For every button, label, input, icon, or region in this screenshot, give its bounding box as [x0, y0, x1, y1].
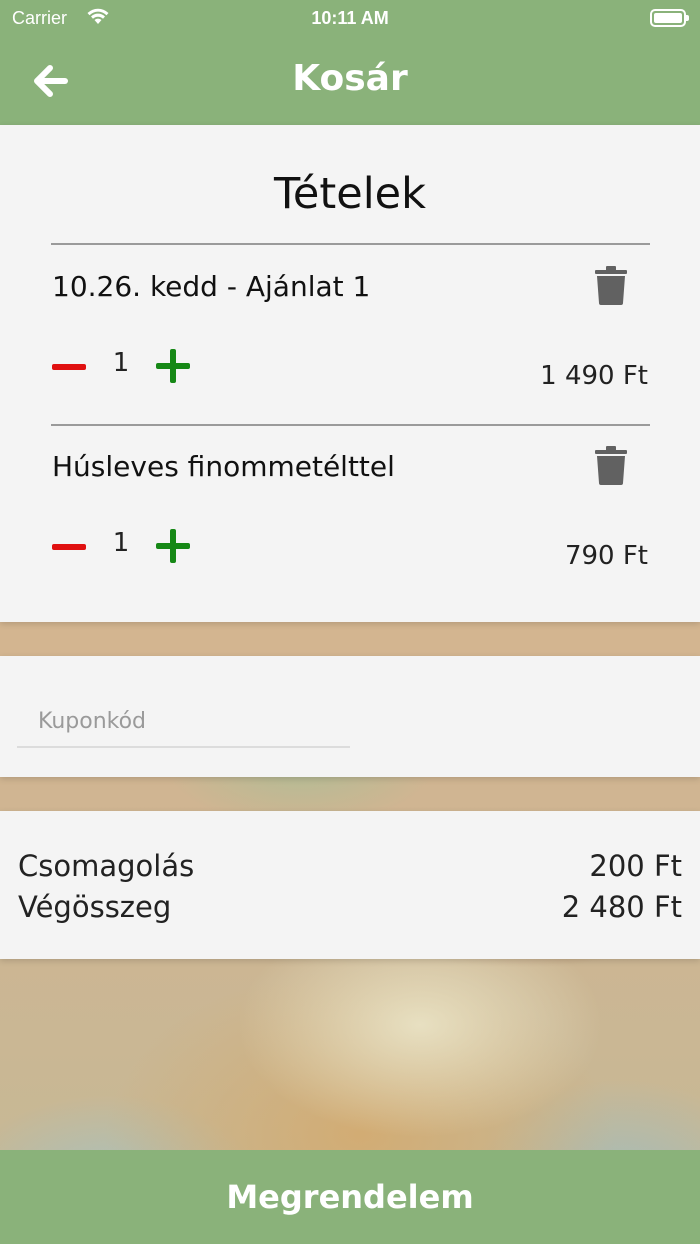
navigation-bar: Kosár — [0, 36, 700, 125]
trash-icon[interactable] — [594, 265, 628, 305]
items-heading: Tételek — [273, 169, 427, 219]
place-order-button[interactable]: Megrendelem — [0, 1150, 700, 1244]
totals-card: Csomagolás 200 Ft Végösszeg 2 480 Ft — [0, 811, 700, 959]
packaging-value: 200 Ft — [589, 849, 682, 883]
divider — [51, 424, 650, 426]
page-title: Kosár — [292, 58, 408, 99]
decrease-quantity-button[interactable] — [52, 544, 86, 550]
decrease-quantity-button[interactable] — [52, 364, 86, 370]
coupon-card — [0, 656, 700, 777]
cart-items-card: Tételek 10.26. kedd - Ajánlat 1 1 1 490 … — [0, 125, 700, 622]
status-bar: Carrier 10:11 AM — [0, 0, 700, 36]
packaging-label: Csomagolás — [18, 849, 195, 883]
increase-quantity-button[interactable] — [156, 529, 190, 563]
coupon-code-input[interactable] — [17, 696, 350, 748]
item-price: 790 Ft — [564, 541, 648, 571]
item-name: 10.26. kedd - Ajánlat 1 — [52, 270, 371, 303]
status-time: 10:11 AM — [311, 8, 389, 28]
item-quantity: 1 — [112, 528, 130, 558]
battery-icon — [650, 9, 689, 27]
trash-icon[interactable] — [594, 445, 628, 485]
divider — [51, 243, 650, 245]
item-quantity: 1 — [112, 348, 130, 378]
item-name: Húsleves finommetélttel — [52, 450, 395, 483]
grand-total-label: Végösszeg — [18, 890, 172, 924]
item-price: 1 490 Ft — [540, 361, 648, 391]
increase-quantity-button[interactable] — [156, 349, 190, 383]
grand-total-value: 2 480 Ft — [561, 890, 682, 924]
